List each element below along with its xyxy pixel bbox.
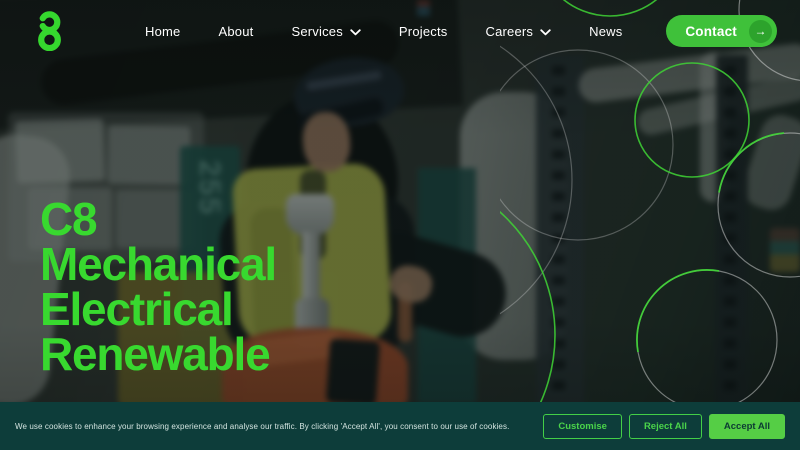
accept-all-button[interactable]: Accept All <box>709 414 785 439</box>
cookie-banner: We use cookies to enhance your browsing … <box>0 402 800 450</box>
chevron-down-icon <box>350 29 361 36</box>
site-header: Home About Services Projects Careers <box>0 0 800 62</box>
nav-label: Services <box>291 24 342 39</box>
contact-button-label: Contact <box>685 24 737 39</box>
customise-button[interactable]: Customise <box>543 414 622 439</box>
nav-item-projects[interactable]: Projects <box>399 24 448 39</box>
nav-item-news[interactable]: News <box>589 24 622 39</box>
main-nav: Home About Services Projects Careers <box>145 24 622 39</box>
nav-item-careers[interactable]: Careers <box>485 24 551 39</box>
hero-heading-line: C8 <box>40 197 276 242</box>
nav-item-services[interactable]: Services <box>291 24 360 39</box>
hero-heading-line: Renewable <box>40 332 276 377</box>
nav-label: Home <box>145 24 180 39</box>
contact-button[interactable]: Contact → <box>666 15 777 47</box>
nav-item-home[interactable]: Home <box>145 24 180 39</box>
nav-item-about[interactable]: About <box>218 24 253 39</box>
arrow-right-icon: → <box>749 20 772 43</box>
nav-label: News <box>589 24 622 39</box>
nav-label: Projects <box>399 24 448 39</box>
cookie-message: We use cookies to enhance your browsing … <box>15 419 520 434</box>
page: 255 <box>0 0 800 450</box>
chevron-down-icon <box>540 29 551 36</box>
reject-all-button[interactable]: Reject All <box>629 414 702 439</box>
cookie-buttons: Customise Reject All Accept All <box>543 414 785 439</box>
c8-logo[interactable] <box>36 11 63 51</box>
nav-label: About <box>218 24 253 39</box>
hero-heading: C8 Mechanical Electrical Renewable <box>40 197 276 377</box>
nav-label: Careers <box>485 24 533 39</box>
hero-heading-line: Mechanical <box>40 242 276 287</box>
hero-heading-line: Electrical <box>40 287 276 332</box>
